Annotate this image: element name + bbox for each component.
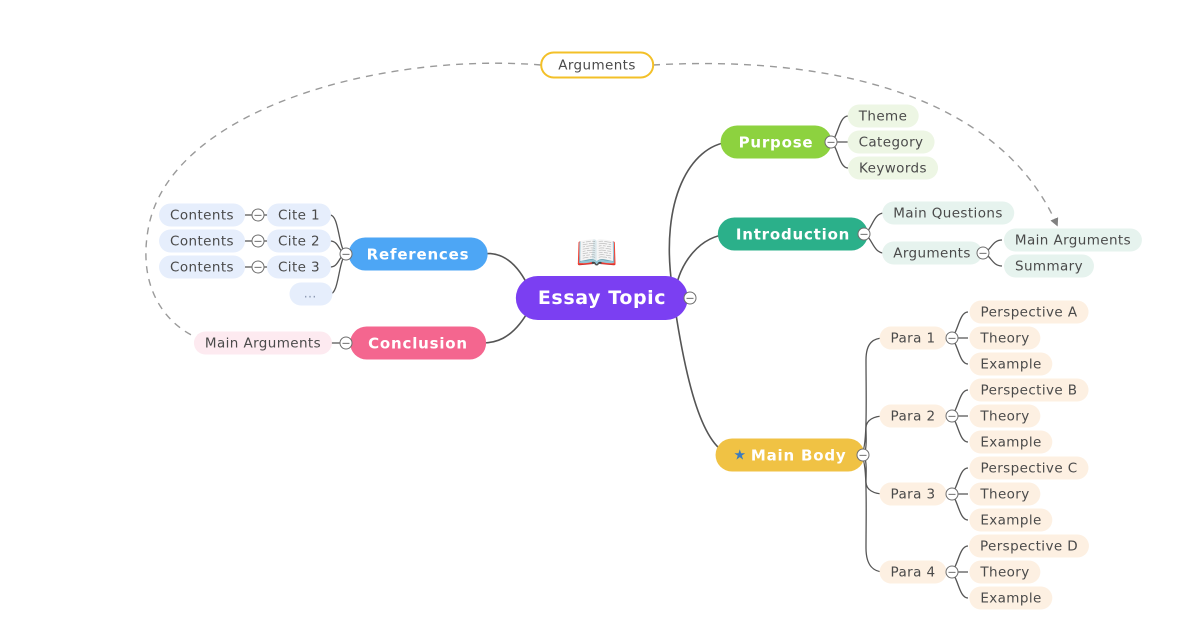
leaf-label: … [303, 286, 319, 302]
leaf-label: Keywords [859, 160, 927, 176]
star-icon: ★ [733, 447, 747, 463]
collapse-toggle-arguments[interactable] [976, 246, 990, 260]
branch-introduction[interactable]: Introduction [717, 217, 869, 251]
leaf-theory-2[interactable]: Theory [969, 404, 1041, 428]
branch-purpose[interactable]: Purpose [720, 125, 832, 159]
leaf-theory-3[interactable]: Theory [969, 482, 1041, 506]
leaf-label: Theory [980, 564, 1030, 580]
mindmap-canvas: Arguments 📖 Essay Topic Purpose Theme Ca… [0, 0, 1200, 630]
branch-purpose-label: Purpose [738, 133, 814, 151]
leaf-main-arguments-conclusion[interactable]: Main Arguments [193, 331, 333, 355]
leaf-label: Theory [980, 486, 1030, 502]
leaf-label: Perspective A [980, 304, 1078, 320]
leaf-label: Example [980, 512, 1042, 528]
leaf-example-1[interactable]: Example [969, 352, 1053, 376]
leaf-label: Para 1 [890, 330, 936, 346]
branch-references-label: References [366, 245, 470, 263]
collapse-toggle-conclusion[interactable] [339, 336, 353, 350]
leaf-keywords[interactable]: Keywords [848, 156, 938, 180]
floating-topic-label: Arguments [558, 57, 636, 73]
leaf-para-2[interactable]: Para 2 [879, 404, 947, 428]
leaf-perspective-d[interactable]: Perspective D [968, 534, 1090, 558]
leaf-contents-1[interactable]: Contents [159, 203, 245, 227]
leaf-label: Main Arguments [204, 335, 322, 351]
leaf-label: Theory [980, 330, 1030, 346]
leaf-para-4[interactable]: Para 4 [879, 560, 947, 584]
leaf-label: Theme [858, 108, 908, 124]
leaf-contents-2[interactable]: Contents [159, 229, 245, 253]
collapse-toggle-introduction[interactable] [857, 227, 871, 241]
collapse-toggle-purpose[interactable] [824, 135, 838, 149]
leaf-theory-4[interactable]: Theory [969, 560, 1041, 584]
leaf-theme[interactable]: Theme [847, 104, 919, 128]
collapse-toggle-para-2[interactable] [945, 409, 959, 423]
leaf-label: Category [858, 134, 924, 150]
leaf-label: Cite 3 [277, 259, 321, 275]
leaf-label: Contents [170, 207, 234, 223]
leaf-label: Theory [980, 408, 1030, 424]
leaf-label: Para 3 [890, 486, 936, 502]
branch-main-body[interactable]: ★ Main Body [715, 438, 865, 472]
leaf-cite-2[interactable]: Cite 2 [266, 229, 332, 253]
collapse-toggle-cite-1[interactable] [251, 208, 265, 222]
collapse-toggle-root[interactable] [683, 291, 697, 305]
leaf-label: Main Arguments [1014, 232, 1132, 248]
leaf-label: Arguments [893, 245, 971, 261]
leaf-summary[interactable]: Summary [1003, 254, 1095, 278]
leaf-para-1[interactable]: Para 1 [879, 326, 947, 350]
leaf-label: Para 4 [890, 564, 936, 580]
root-node-essay-topic[interactable]: Essay Topic [515, 276, 689, 320]
leaf-perspective-c[interactable]: Perspective C [969, 456, 1089, 480]
leaf-label: Perspective C [980, 460, 1078, 476]
collapse-toggle-para-1[interactable] [945, 331, 959, 345]
collapse-toggle-para-3[interactable] [945, 487, 959, 501]
collapse-toggle-cite-3[interactable] [251, 260, 265, 274]
leaf-more-citations[interactable]: … [289, 282, 333, 306]
leaf-category[interactable]: Category [847, 130, 935, 154]
leaf-example-2[interactable]: Example [969, 430, 1053, 454]
leaf-theory-1[interactable]: Theory [969, 326, 1041, 350]
collapse-toggle-main-body[interactable] [856, 448, 870, 462]
leaf-para-3[interactable]: Para 3 [879, 482, 947, 506]
floating-topic-arguments[interactable]: Arguments [540, 51, 654, 79]
leaf-example-3[interactable]: Example [969, 508, 1053, 532]
leaf-main-arguments-intro[interactable]: Main Arguments [1003, 228, 1143, 252]
branch-conclusion[interactable]: Conclusion [350, 326, 486, 360]
leaf-label: Para 2 [890, 408, 936, 424]
leaf-example-4[interactable]: Example [969, 586, 1053, 610]
branch-introduction-label: Introduction [735, 225, 851, 243]
leaf-cite-1[interactable]: Cite 1 [266, 203, 332, 227]
branch-conclusion-label: Conclusion [368, 334, 468, 352]
leaf-label: Example [980, 434, 1042, 450]
leaf-cite-3[interactable]: Cite 3 [266, 255, 332, 279]
collapse-toggle-cite-2[interactable] [251, 234, 265, 248]
leaf-perspective-a[interactable]: Perspective A [969, 300, 1089, 324]
leaf-arguments[interactable]: Arguments [882, 241, 982, 265]
leaf-label: Contents [170, 233, 234, 249]
leaf-label: Perspective B [980, 382, 1078, 398]
leaf-label: Perspective D [979, 538, 1079, 554]
leaf-label: Cite 1 [277, 207, 321, 223]
branch-references[interactable]: References [348, 237, 488, 271]
leaf-label: Contents [170, 259, 234, 275]
branch-main-body-label: Main Body [750, 446, 847, 464]
collapse-toggle-para-4[interactable] [945, 565, 959, 579]
leaf-label: Example [980, 590, 1042, 606]
root-label: Essay Topic [537, 287, 667, 309]
collapse-toggle-references[interactable] [339, 247, 353, 261]
leaf-perspective-b[interactable]: Perspective B [969, 378, 1089, 402]
leaf-label: Main Questions [893, 205, 1003, 221]
leaf-label: Example [980, 356, 1042, 372]
leaf-label: Cite 2 [277, 233, 321, 249]
leaf-contents-3[interactable]: Contents [159, 255, 245, 279]
leaf-label: Summary [1014, 258, 1084, 274]
open-book-icon: 📖 [575, 233, 619, 273]
leaf-main-questions[interactable]: Main Questions [882, 201, 1014, 225]
